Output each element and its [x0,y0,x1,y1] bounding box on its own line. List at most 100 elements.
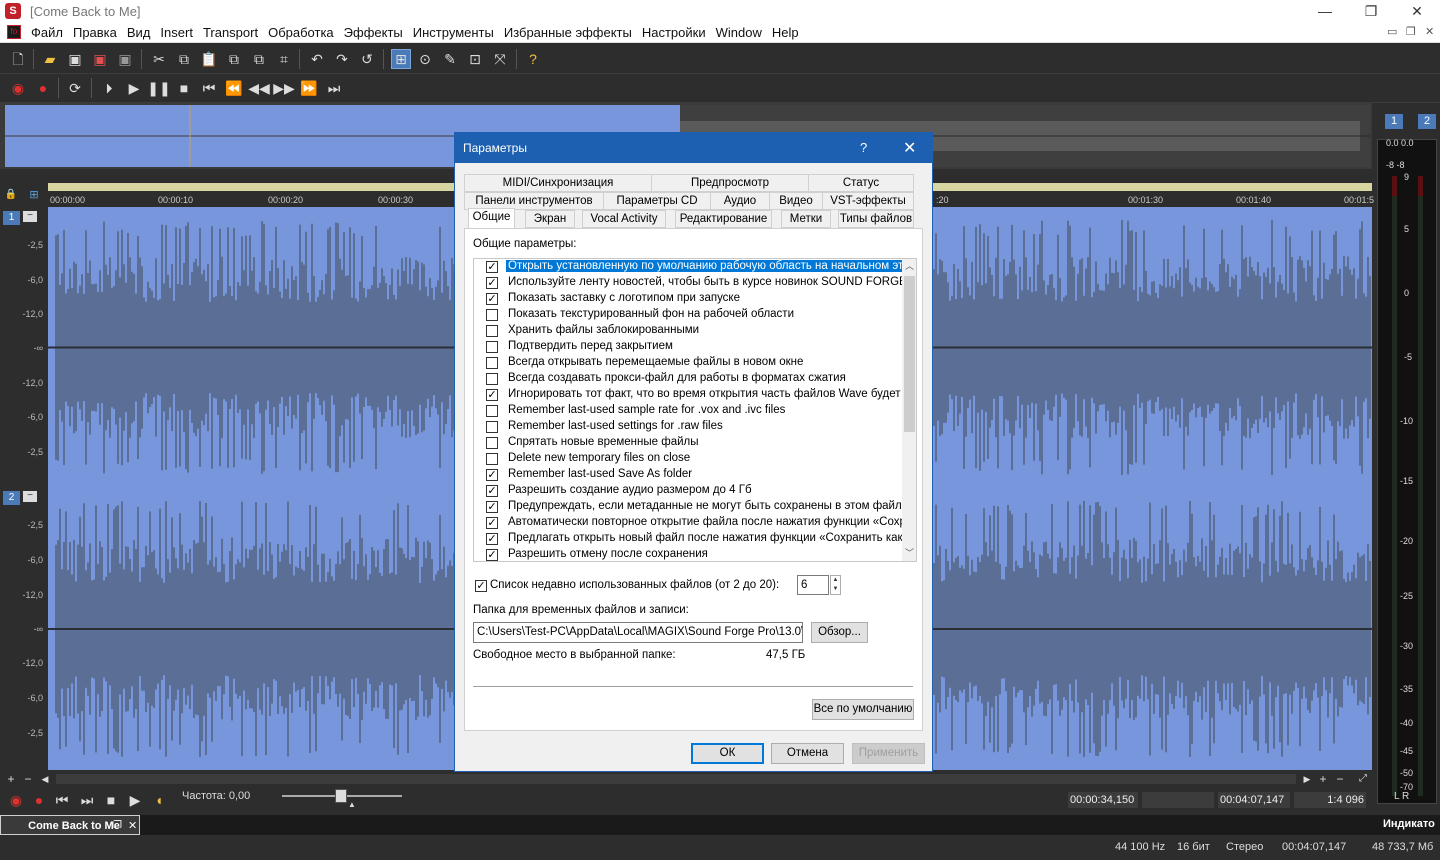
option-checkbox[interactable] [486,373,498,385]
option-row[interactable]: Всегда открывать перемещаемые файлы в но… [474,355,902,371]
meter-ch2-button[interactable]: 2 [1418,114,1436,129]
option-checkbox[interactable]: ✓ [486,293,498,305]
selection-length[interactable] [1142,792,1214,808]
dialog-close-button[interactable]: ✕ [903,138,916,158]
option-checkbox[interactable]: ✓ [486,533,498,545]
option-row[interactable]: Remember last-used settings for .raw fil… [474,419,902,435]
time-format-icon[interactable]: ⊞ [26,188,42,202]
option-row[interactable]: ✓ Предупреждать, если метаданные не могут… [474,499,908,515]
redo-icon[interactable]: ↷ [333,50,351,68]
loop-icon[interactable]: ⟳ [66,79,84,97]
play-all-icon[interactable]: ⏵ [100,79,118,97]
tab-markers[interactable]: Метки [781,210,831,228]
undo-icon[interactable]: ↶ [308,50,326,68]
option-row[interactable]: ✓ Игнорировать тот факт, что во время отк… [474,387,902,403]
scroll-up-icon[interactable]: ︿ [902,259,916,274]
option-checkbox[interactable] [486,309,498,321]
record-icon[interactable]: ● [34,79,52,97]
zoom-full-icon[interactable]: ⤢ [1354,770,1372,788]
option-row[interactable]: ✓ Разрешить отмену после сохранения [474,547,902,561]
whats-this-icon[interactable]: ? [524,50,542,68]
tab-file-types[interactable]: Типы файлов [838,210,914,228]
option-checkbox[interactable]: ✓ [486,389,498,401]
tab-editing[interactable]: Редактирование [675,210,772,228]
menu-insert[interactable]: Insert [160,25,202,40]
save-all-icon[interactable]: ▣ [116,50,134,68]
option-checkbox[interactable]: ✓ [486,277,498,289]
zoom-ratio[interactable]: 1:4 096 [1294,792,1366,808]
zoom-in-h-icon[interactable]: + [1314,770,1332,788]
record-arm-icon[interactable]: ◉ [7,791,25,809]
recent-files-count[interactable]: 6 [797,575,829,595]
option-checkbox[interactable] [486,437,498,449]
document-tab[interactable]: Come Back to Me ❐ ✕ [0,815,140,835]
option-row[interactable]: Показать текстурированный фон на рабочей… [474,307,902,323]
open-folder-icon[interactable]: ▰ [41,50,59,68]
option-checkbox[interactable]: ✓ [486,261,498,273]
scroll-thumb[interactable] [904,276,915,432]
document-icon[interactable]: fo [7,25,21,39]
play-icon[interactable]: ▶ [126,791,144,809]
option-row[interactable]: ✓ Показать заставку с логотипом при запус… [474,291,902,307]
scroll-left-icon[interactable]: ◀ [36,770,54,788]
options-scrollbar[interactable]: ︿ ﹀ [902,259,916,561]
tab-midi-sync[interactable]: MIDI/Синхронизация [464,174,652,192]
option-checkbox[interactable] [486,341,498,353]
menu-file[interactable]: Файл [31,25,72,40]
option-row[interactable]: ✓ Открыть установленную по умолчанию рабо… [474,259,916,275]
magnify-tool-icon[interactable]: ⊙ [416,50,434,68]
go-to-start-icon[interactable]: ⏮ [53,791,71,809]
channel-1-badge[interactable]: 1 [3,211,20,225]
recent-files-spinner[interactable]: ▲ ▼ [830,575,841,595]
previous-marker-icon[interactable]: ⏪ [225,79,243,97]
next-marker-icon[interactable]: ⏩ [300,79,318,97]
mdi-close-icon[interactable]: ✕ [1425,25,1434,38]
option-row[interactable]: Спрятать новые временные файлы [474,435,902,451]
option-checkbox[interactable] [486,421,498,433]
option-row[interactable]: Remember last-used sample rate for .vox … [474,403,902,419]
option-row[interactable]: Delete new temporary files on close [474,451,902,467]
zoom-out-icon[interactable]: − [19,770,37,788]
rewind-icon[interactable]: ◀◀ [248,79,270,97]
tab-vst-effects[interactable]: VST-эффекты [822,192,914,210]
tab-display[interactable]: Экран [525,210,575,228]
tab-audio[interactable]: Аудио [710,192,770,210]
event-tool-icon[interactable]: ⊡ [466,50,484,68]
option-row[interactable]: ✓ Remember last-used Save As folder [474,467,902,483]
cursor-position[interactable]: 00:00:34,150 [1068,792,1138,808]
tab-cd-settings[interactable]: Параметры CD [603,192,711,210]
option-checkbox[interactable] [486,405,498,417]
go-to-end-icon[interactable]: ⏭ [78,791,96,809]
mdi-minimize-icon[interactable]: ▭ [1387,25,1397,38]
option-checkbox[interactable]: ✓ [486,469,498,481]
menu-process[interactable]: Обработка [268,25,343,40]
cancel-button[interactable]: Отмена [771,743,844,764]
option-row[interactable]: Подтвердить перед закрытием [474,339,902,355]
tab-vocal-activity[interactable]: Vocal Activity [582,210,666,228]
zoom-in-icon[interactable]: + [2,770,20,788]
speaker-icon[interactable]: ◖ [150,791,168,809]
stop-icon[interactable]: ■ [175,79,193,97]
rate-slider-handle[interactable] [335,789,347,803]
close-button[interactable]: ✕ [1394,0,1440,22]
record-arm-icon[interactable]: ◉ [9,79,27,97]
scroll-down-icon[interactable]: ﹀ [902,546,916,561]
horizontal-scrollbar[interactable] [56,774,1296,784]
cut-icon[interactable]: ✂ [150,50,168,68]
channel-1-collapse-icon[interactable]: − [23,211,37,222]
maximize-button[interactable]: ❐ [1348,0,1394,22]
tab-preview[interactable]: Предпросмотр [651,174,809,192]
channel-2-badge[interactable]: 2 [3,491,20,505]
paste-new-icon[interactable]: ⧉ [250,50,268,68]
tab-general[interactable]: Общие [468,208,515,228]
reset-defaults-button[interactable]: Все по умолчанию [812,699,914,720]
option-checkbox[interactable] [486,357,498,369]
recent-files-checkbox[interactable]: ✓ [475,580,487,592]
option-row[interactable]: Всегда создавать прокси-файл для работы … [474,371,902,387]
crop-icon[interactable]: ⌗ [275,50,293,68]
play-icon[interactable]: ▶ [125,79,143,97]
menu-effects[interactable]: Эффекты [344,25,412,40]
options-list[interactable]: ✓ Открыть установленную по умолчанию рабо… [473,258,917,562]
zoom-out-h-icon[interactable]: − [1331,770,1349,788]
menu-edit[interactable]: Правка [73,25,126,40]
